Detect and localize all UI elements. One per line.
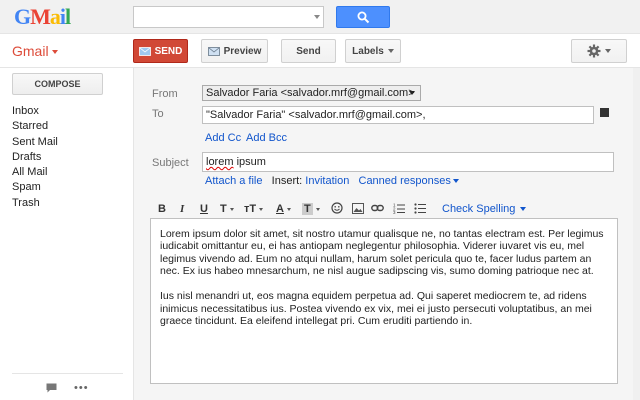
chevron-down-icon xyxy=(387,49,394,53)
emoji-icon[interactable] xyxy=(331,202,343,214)
sidebar-item-drafts[interactable]: Drafts xyxy=(12,150,58,165)
scrollbar[interactable] xyxy=(633,68,640,400)
add-cc-link[interactable]: Add Cc xyxy=(205,132,241,144)
svg-text:3: 3 xyxy=(393,210,396,214)
insert-label: Insert: xyxy=(271,175,303,187)
numbered-list-icon[interactable]: 1 2 3 xyxy=(393,202,405,214)
search-input[interactable] xyxy=(133,6,324,28)
sidebar-item-inbox[interactable]: Inbox xyxy=(12,104,58,119)
add-bcc-link[interactable]: Add Bcc xyxy=(246,132,287,144)
chat-icon[interactable] xyxy=(46,383,57,393)
underline-button[interactable]: U xyxy=(200,203,208,215)
highlight-icon: T xyxy=(302,203,313,215)
bold-button[interactable]: B xyxy=(158,203,166,215)
sidebar-item-sent-mail[interactable]: Sent Mail xyxy=(12,135,58,150)
to-label: To xyxy=(152,108,164,120)
logo-letter: a xyxy=(49,4,61,29)
search-button[interactable] xyxy=(336,6,390,28)
invitation-link[interactable]: Invitation xyxy=(305,175,349,187)
chevron-down-icon xyxy=(259,207,264,211)
sidebar: COMPOSE Inbox Starred Sent Mail Drafts A… xyxy=(0,68,123,400)
sidebar-item-spam[interactable]: Spam xyxy=(12,180,58,195)
chevron-down-icon xyxy=(452,179,459,184)
envelope-icon xyxy=(207,46,220,56)
check-spelling-menu[interactable]: Check Spelling xyxy=(442,203,527,215)
to-field[interactable]: "Salvador Faria" <salvador.mrf@gmail.com… xyxy=(202,106,594,124)
highlight-menu[interactable]: T xyxy=(302,203,320,215)
bulleted-list-icon[interactable] xyxy=(414,202,426,214)
sidebar-item-all-mail[interactable]: All Mail xyxy=(12,165,58,180)
logo-letter: G xyxy=(14,4,31,29)
attach-row: Attach a file Insert: Invitation Canned … xyxy=(205,175,459,187)
subject-text: ipsum xyxy=(236,156,266,168)
font-icon: T xyxy=(220,203,227,215)
chevron-down-icon xyxy=(409,91,415,95)
subject-text: lorem xyxy=(206,156,234,168)
compose-panel: From Salvador Faria <salvador.mrf@gmail.… xyxy=(133,68,640,400)
subject-label: Subject xyxy=(152,157,189,169)
from-label: From xyxy=(152,88,178,100)
preview-button[interactable]: Preview xyxy=(201,39,268,63)
image-icon[interactable] xyxy=(352,203,364,214)
gmail-menu[interactable]: Gmail xyxy=(12,43,58,59)
send-plain-button[interactable]: Send xyxy=(281,39,336,63)
font-size-icon: тT xyxy=(244,203,257,215)
preview-button-label: Preview xyxy=(223,45,262,57)
labels-button[interactable]: Labels xyxy=(345,39,401,63)
body-paragraph: Lorem ipsum dolor sit amet, sit nostro u… xyxy=(160,228,604,278)
from-select[interactable]: Salvador Faria <salvador.mrf@gmail.com> xyxy=(202,85,421,101)
check-spelling-label: Check Spelling xyxy=(442,203,516,215)
contacts-picker-icon[interactable] xyxy=(600,108,609,117)
chevron-down-icon xyxy=(315,207,320,211)
font-size-menu[interactable]: тT xyxy=(244,203,264,215)
canned-responses-menu[interactable]: Canned responses xyxy=(359,175,451,187)
action-bar: Gmail SEND Preview Send Labels xyxy=(0,34,640,68)
chevron-down-icon xyxy=(520,207,527,211)
formatting-toolbar: B I U T тT A T 1 2 3 Check Spelling xyxy=(150,201,620,219)
subject-field[interactable]: lorem ipsum xyxy=(202,152,614,172)
folder-list: Inbox Starred Sent Mail Drafts All Mail … xyxy=(12,104,58,211)
logo-letter: M xyxy=(30,4,51,29)
send-plain-button-label: Send xyxy=(296,45,321,57)
text-color-icon: A xyxy=(276,203,284,215)
chevron-down-icon xyxy=(286,207,291,211)
from-select-value: Salvador Faria <salvador.mrf@gmail.com> xyxy=(206,87,415,99)
gmail-logo[interactable]: GMail xyxy=(14,4,71,29)
body-paragraph: Ius nisl menandri ut, eos magna equidem … xyxy=(160,290,592,327)
attach-file-link[interactable]: Attach a file xyxy=(205,175,262,187)
link-icon[interactable] xyxy=(371,204,384,213)
gear-icon xyxy=(587,44,601,58)
compose-button[interactable]: COMPOSE xyxy=(12,73,103,95)
gmail-menu-label: Gmail xyxy=(12,43,49,59)
settings-button[interactable] xyxy=(571,39,627,63)
sidebar-footer: ••• xyxy=(12,373,123,400)
search-icon xyxy=(357,11,370,24)
sidebar-item-starred[interactable]: Starred xyxy=(12,119,58,134)
italic-button[interactable]: I xyxy=(180,203,184,215)
envelope-icon xyxy=(138,46,151,56)
message-body[interactable]: Lorem ipsum dolor sit amet, sit nostro u… xyxy=(150,218,618,384)
more-icon[interactable]: ••• xyxy=(74,382,89,394)
search-options-chevron-icon[interactable] xyxy=(314,15,320,19)
top-bar: GMail xyxy=(0,0,640,34)
chevron-down-icon xyxy=(605,49,611,53)
text-color-menu[interactable]: A xyxy=(276,203,291,215)
sidebar-item-trash[interactable]: Trash xyxy=(12,196,58,211)
labels-button-label: Labels xyxy=(352,45,384,57)
font-menu[interactable]: T xyxy=(220,203,234,215)
send-button[interactable]: SEND xyxy=(133,39,188,63)
chevron-down-icon xyxy=(51,50,58,55)
logo-letter: l xyxy=(65,4,71,29)
send-button-label: SEND xyxy=(154,45,183,57)
chevron-down-icon xyxy=(229,207,234,211)
